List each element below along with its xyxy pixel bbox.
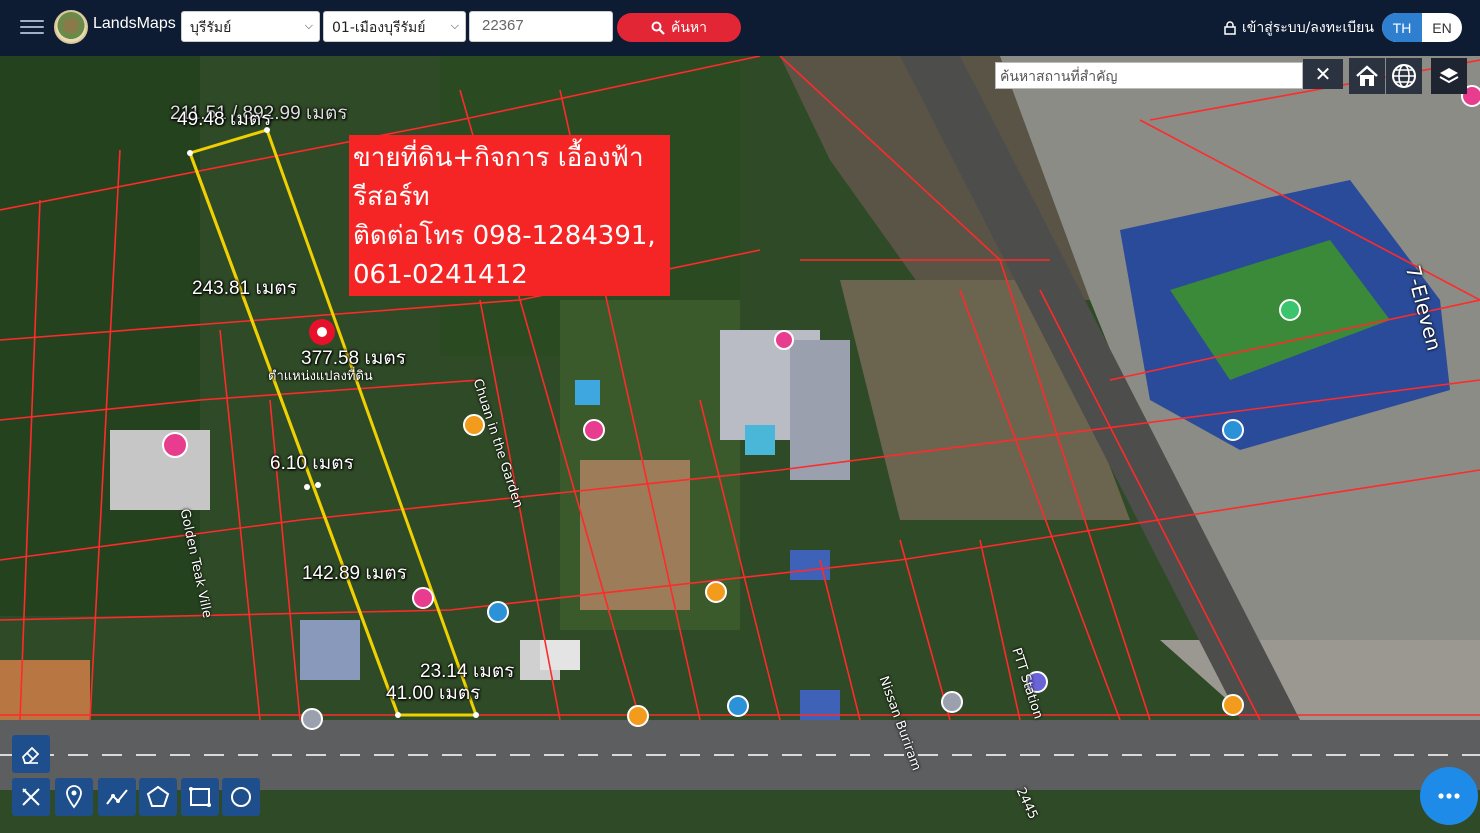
satellite-map[interactable]: ตำแหน่งแปลงที่ดิน 7-Eleven Chuan in the … <box>0 56 1480 833</box>
promo-line-4: 061-0241412 <box>353 260 528 290</box>
search-button-label: ค้นหา <box>670 19 708 36</box>
circle-tool[interactable] <box>222 778 260 816</box>
landsmaps-logo[interactable] <box>54 10 88 44</box>
home-icon <box>1356 65 1378 86</box>
chat-button[interactable] <box>1420 767 1478 825</box>
language-toggle[interactable]: TH EN <box>1382 13 1462 42</box>
measure-left-side: 243.81 เมตร <box>192 278 297 299</box>
pin-icon <box>66 785 82 809</box>
menu-icon[interactable] <box>20 16 44 36</box>
lang-th-button[interactable]: TH <box>1382 13 1422 42</box>
measure-top: 49.48 เมตร <box>177 109 272 130</box>
search-button[interactable]: ค้นหา <box>617 13 741 42</box>
district-select[interactable]: 01-เมืองบุรีรัมย์ ⌵ <box>323 11 466 42</box>
sale-promo-box: ขายที่ดิน+กิจการ เอื้องฟ้า รีสอร์ท ติดต่… <box>349 135 670 296</box>
promo-line-3: ติดต่อโทร 098-1284391, <box>353 221 656 251</box>
top-bar: LandsMaps บุรีรัมย์ ⌵ 01-เมืองบุรีรัมย์ … <box>0 0 1480 56</box>
province-value: บุรีรัมย์ <box>190 20 232 36</box>
rectangle-tool[interactable] <box>181 778 219 816</box>
home-button[interactable] <box>1349 58 1385 94</box>
clear-search-button[interactable]: ✕ <box>1303 59 1343 89</box>
promo-line-1: ขายที่ดิน+กิจการ เอื้องฟ้า <box>353 143 644 173</box>
close-icon: ✕ <box>1314 62 1332 86</box>
login-link[interactable]: เข้าสู่ระบบ/ลงทะเบียน <box>1224 17 1374 39</box>
parcel-number-input[interactable]: 22367 <box>469 11 613 42</box>
lang-en-button[interactable]: EN <box>1422 13 1462 42</box>
measure-lower-side: 142.89 เมตร <box>302 563 407 584</box>
clear-measure-tool[interactable] <box>12 778 50 816</box>
eraser-tool[interactable] <box>12 735 50 773</box>
measure-area: 377.58 เมตร <box>301 348 406 369</box>
map-canvas <box>0 56 1480 833</box>
circle-icon <box>231 787 251 807</box>
lock-icon <box>1224 21 1236 35</box>
polyline-tool[interactable] <box>98 778 136 816</box>
rectangle-icon <box>189 787 211 807</box>
globe-button[interactable] <box>1386 58 1422 94</box>
eraser-icon <box>21 746 40 764</box>
layers-icon <box>1439 68 1459 84</box>
place-search-input[interactable]: ค้นหาสถานที่สำคัญ <box>995 62 1303 89</box>
layers-button[interactable] <box>1431 58 1467 94</box>
polygon-tool[interactable] <box>139 778 177 816</box>
clear-measure-icon <box>22 788 40 806</box>
chat-icon <box>1438 793 1460 799</box>
promo-line-2: รีสอร์ท <box>353 182 430 212</box>
measure-width-mid: 6.10 เมตร <box>270 453 354 474</box>
province-select[interactable]: บุรีรัมย์ ⌵ <box>181 11 320 42</box>
pin-tool[interactable] <box>55 778 93 816</box>
chevron-down-icon: ⌵ <box>450 19 459 32</box>
polygon-icon <box>146 785 170 807</box>
polyline-icon <box>106 789 128 805</box>
chevron-down-icon: ⌵ <box>304 19 313 32</box>
district-value: 01-เมืองบุรีรัมย์ <box>332 20 426 36</box>
brand-name: LandsMaps <box>93 15 176 32</box>
measure-bottom-2: 41.00 เมตร <box>386 683 481 704</box>
globe-icon <box>1392 64 1416 88</box>
login-label: เข้าสู่ระบบ/ลงทะเบียน <box>1242 20 1374 36</box>
search-icon <box>651 21 665 35</box>
